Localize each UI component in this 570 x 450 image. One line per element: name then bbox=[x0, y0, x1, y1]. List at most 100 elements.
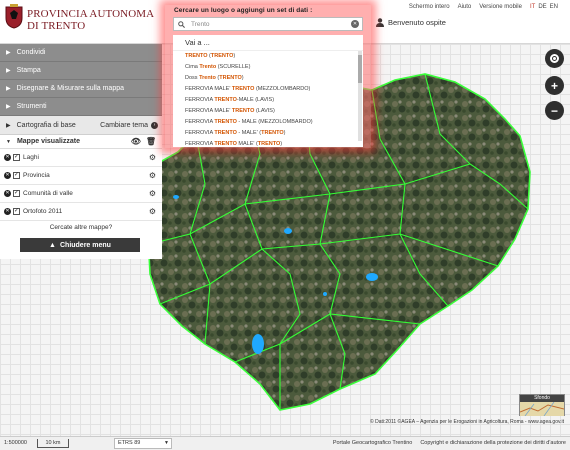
search-input[interactable]: Trento ✕ bbox=[173, 17, 363, 31]
search-panel: Cercare un luogo o aggiungi un set di da… bbox=[165, 5, 371, 148]
match-highlight: TRENTO bbox=[210, 53, 234, 59]
sidebar-panel: ▶ Condividi ▶ Stampa ▶ Disegnare & Misurare… bbox=[0, 44, 162, 259]
zoom-out-button[interactable]: − bbox=[545, 101, 564, 120]
basemap-row[interactable]: ▶ Cartografia di base Cambiare tema › bbox=[0, 116, 162, 135]
result-text: ) bbox=[233, 53, 236, 59]
layer-checkbox[interactable]: ✓ bbox=[13, 172, 20, 179]
layer-checkbox[interactable]: ✓ bbox=[13, 208, 20, 215]
chevron-right-icon: ▶ bbox=[6, 68, 11, 74]
match-highlight: TRENTO bbox=[219, 75, 242, 81]
clear-search-icon[interactable]: ✕ bbox=[351, 20, 359, 28]
lang-en[interactable]: EN bbox=[550, 4, 558, 10]
copyright-link[interactable]: Copyright e dichiarazione della protezio… bbox=[420, 440, 566, 446]
search-result-item[interactable]: Doss Trento (TRENTO) bbox=[173, 73, 363, 84]
remove-layer-icon[interactable]: ✕ bbox=[4, 190, 11, 197]
result-text: Doss bbox=[185, 75, 200, 81]
locate-icon bbox=[550, 54, 559, 63]
remove-layer-icon[interactable]: ✕ bbox=[4, 154, 11, 161]
user-icon bbox=[376, 18, 384, 27]
layer-row[interactable]: ✕ ✓ Provincia ⚙ bbox=[0, 167, 162, 185]
caret-up-icon: ▲ bbox=[49, 241, 56, 249]
menu-print[interactable]: ▶ Stampa bbox=[0, 62, 162, 80]
close-menu-wrap: ▲ Chiudere menu bbox=[0, 235, 162, 259]
result-text: (LAVIS) bbox=[254, 108, 275, 114]
layer-label: Ortofoto 2011 bbox=[23, 208, 63, 215]
layer-row[interactable]: ✕ ✓ Laghi ⚙ bbox=[0, 149, 162, 167]
more-maps-link[interactable]: Cercate altre mappe? bbox=[0, 221, 162, 235]
result-text: - MALE (MEZZOLOMBARDO) bbox=[236, 119, 313, 125]
zoom-in-button[interactable]: + bbox=[545, 76, 564, 95]
search-result-item[interactable]: FERROVIA TRENTO - MALE' (TRENTO) bbox=[173, 128, 363, 139]
match-highlight: TRENTO bbox=[257, 141, 281, 147]
gear-icon[interactable]: ⚙ bbox=[149, 189, 156, 198]
result-text: FERROVIA bbox=[185, 119, 215, 125]
projection-select[interactable]: ETRS 89 ▼ bbox=[114, 438, 172, 449]
layer-label: Laghi bbox=[23, 154, 39, 161]
fullscreen-link[interactable]: Schermo intero bbox=[409, 4, 450, 10]
search-result-item[interactable]: FERROVIA TRENTO-MALE (LAVIS) bbox=[173, 95, 363, 106]
match-highlight: Trento bbox=[199, 64, 217, 70]
change-theme-label: Cambiare tema bbox=[100, 121, 148, 129]
change-theme-button[interactable]: Cambiare tema › bbox=[100, 121, 158, 129]
province-crest-logo[interactable] bbox=[4, 4, 24, 29]
chevron-down-icon: ▼ bbox=[6, 138, 11, 145]
match-highlight: TRENTO bbox=[185, 53, 208, 59]
menu-share[interactable]: ▶ Condividi bbox=[0, 44, 162, 62]
results-scrollbar[interactable] bbox=[358, 51, 362, 141]
gear-icon[interactable]: ⚙ bbox=[149, 153, 156, 162]
search-result-item[interactable]: FERROVIA TRENTO MALE' (TRENTO) bbox=[173, 139, 363, 147]
result-text: ) bbox=[283, 130, 286, 136]
result-text: ) bbox=[280, 141, 283, 147]
lang-it[interactable]: IT bbox=[530, 4, 535, 10]
trash-icon[interactable]: 🗑 bbox=[146, 137, 156, 146]
match-highlight: TRENTO bbox=[214, 97, 237, 103]
scale-bar: 10 km bbox=[37, 439, 69, 448]
footer: 1:500000 10 km ETRS 89 ▼ Portale Geocart… bbox=[0, 436, 570, 450]
menu-tools-label: Strumenti bbox=[16, 103, 47, 110]
chevron-right-icon: ▶ bbox=[6, 86, 11, 92]
search-result-item[interactable]: FERROVIA TRENTO - MALE (MEZZOLOMBARDO) bbox=[173, 117, 363, 128]
search-result-item[interactable]: FERROVIA MALE' TRENTO (MEZZOLOMBARDO) bbox=[173, 84, 363, 95]
scrollbar-thumb[interactable] bbox=[358, 55, 362, 83]
result-text: Cima bbox=[185, 64, 200, 70]
visible-maps-title: Mappe visualizzate bbox=[16, 138, 80, 145]
eye-icon[interactable]: 👁 bbox=[131, 137, 141, 146]
menu-draw-measure[interactable]: ▶ Disegnare & Misurare sulla mappa bbox=[0, 80, 162, 98]
result-text: -MALE (LAVIS) bbox=[236, 97, 275, 103]
visible-maps-header[interactable]: ▼ Mappe visualizzate 👁 🗑 bbox=[0, 135, 162, 149]
layer-checkbox[interactable]: ✓ bbox=[13, 190, 20, 197]
search-icon bbox=[178, 20, 185, 28]
arrow-right-circle-icon: › bbox=[151, 121, 158, 129]
layer-checkbox[interactable]: ✓ bbox=[13, 154, 20, 161]
search-label: Cercare un luogo o aggiungi un set di da… bbox=[174, 7, 313, 14]
background-switcher[interactable]: Sfondo bbox=[519, 394, 565, 416]
top-links: Schermo intero Aiuto Versione mobile IT … bbox=[409, 4, 558, 10]
mobile-version-link[interactable]: Versione mobile bbox=[479, 4, 522, 10]
lang-de[interactable]: DE bbox=[538, 4, 546, 10]
geolocate-button[interactable] bbox=[545, 49, 564, 68]
result-text: (SCURELLE) bbox=[216, 64, 251, 70]
layer-label: Provincia bbox=[23, 172, 50, 179]
search-result-item[interactable]: Cima Trento (SCURELLE) bbox=[173, 62, 363, 73]
help-link[interactable]: Aiuto bbox=[458, 4, 472, 10]
search-result-item[interactable]: FERROVIA MALE' TRENTO (LAVIS) bbox=[173, 106, 363, 117]
geoportal-link[interactable]: Portale Geocartografico Trentino bbox=[333, 440, 413, 446]
gear-icon[interactable]: ⚙ bbox=[149, 171, 156, 180]
logo-title-line2: DI TRENTO bbox=[27, 20, 86, 32]
language-switcher: IT DE EN bbox=[530, 4, 558, 10]
layer-row[interactable]: ✕ ✓ Ortofoto 2011 ⚙ bbox=[0, 203, 162, 221]
gear-icon[interactable]: ⚙ bbox=[149, 207, 156, 216]
result-text: (MEZZOLOMBARDO) bbox=[254, 86, 311, 92]
search-result-item[interactable]: TRENTO (TRENTO) bbox=[173, 51, 363, 62]
menu-print-label: Stampa bbox=[16, 67, 41, 74]
remove-layer-icon[interactable]: ✕ bbox=[4, 208, 11, 215]
match-highlight: TRENTO bbox=[214, 130, 237, 136]
search-results: Vai a ... TRENTO (TRENTO) Cima Trento (SC… bbox=[173, 35, 363, 147]
close-menu-button[interactable]: ▲ Chiudere menu bbox=[20, 238, 140, 252]
menu-tools[interactable]: ▶ Strumenti bbox=[0, 98, 162, 116]
user-login[interactable]: Benvenuto ospite bbox=[376, 18, 446, 27]
layer-row[interactable]: ✕ ✓ Comunità di valle ⚙ bbox=[0, 185, 162, 203]
result-text: - MALE' ( bbox=[236, 130, 262, 136]
result-text: FERROVIA bbox=[185, 97, 215, 103]
remove-layer-icon[interactable]: ✕ bbox=[4, 172, 11, 179]
